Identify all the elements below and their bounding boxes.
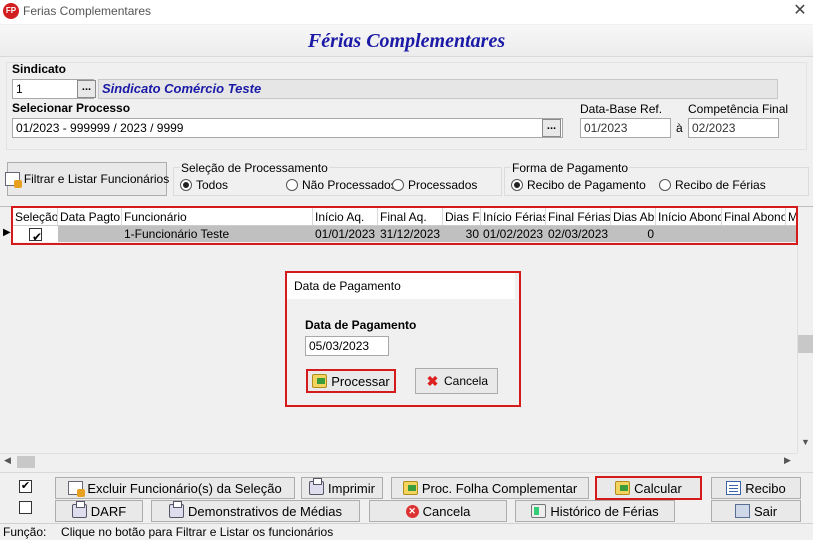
horizontal-scrollbar-thumb[interactable] (17, 456, 35, 468)
footer-select-all-checkbox[interactable]: ✔ (19, 480, 32, 493)
cancela-button[interactable]: ✕ Cancela (369, 500, 507, 522)
cancela-button-label: Cancela (422, 503, 471, 519)
page-title: Férias Complementares (307, 30, 506, 52)
sair-button-label: Sair (753, 503, 778, 519)
sindicato-name: Sindicato Comércio Teste (98, 79, 778, 99)
selecao-label: Seleção de Processamento (180, 161, 329, 175)
historico-icon (531, 504, 547, 518)
radio-processados[interactable] (392, 179, 404, 191)
radio-nao-processados-label: Não Processados (302, 178, 397, 192)
process-icon (312, 374, 328, 388)
radio-todos[interactable] (180, 179, 192, 191)
exit-icon (734, 504, 750, 518)
darf-button[interactable]: DARF (55, 500, 143, 522)
filter-list-button-label: Filtrar e Listar Funcionários (23, 172, 170, 186)
radio-recibo-pagamento-label: Recibo de Pagamento (527, 178, 646, 192)
window-title: Ferias Complementares (23, 4, 152, 18)
payment-date-input[interactable]: 05/03/2023 (305, 336, 389, 356)
excluir-button[interactable]: Excluir Funcionário(s) da Seleção (55, 477, 295, 499)
vertical-scrollbar-thumb[interactable] (798, 335, 813, 353)
horizontal-scrollbar[interactable]: ◀ ▶ (0, 453, 797, 469)
demonstrativos-button-label: Demonstrativos de Médias (188, 503, 342, 519)
scroll-left-icon[interactable]: ◀ (4, 455, 11, 466)
processo-label: Selecionar Processo (12, 101, 131, 115)
grid-highlight-box (11, 206, 798, 245)
proc-folha-button[interactable]: Proc. Folha Complementar (391, 477, 589, 499)
filter-list-button[interactable]: Filtrar e Listar Funcionários (4, 162, 170, 196)
status-bar: Função: Clique no botão para Filtrar e L… (0, 523, 813, 539)
radio-recibo-ferias[interactable] (659, 179, 671, 191)
processo-input[interactable]: 01/2023 - 999999 / 2023 / 9999 (12, 118, 563, 138)
vertical-scrollbar[interactable]: ▼ (797, 207, 813, 453)
imprimir-button-label: Imprimir (328, 480, 375, 496)
proc-folha-button-label: Proc. Folha Complementar (421, 480, 578, 496)
process-button-label: Processar (331, 373, 390, 389)
current-row-indicator-icon: ▶ (3, 227, 11, 238)
demonstrativos-button[interactable]: Demonstrativos de Médias (151, 500, 360, 522)
proc-folha-icon (402, 481, 418, 495)
radio-recibo-pagamento[interactable] (511, 179, 523, 191)
printer-icon (309, 478, 325, 495)
calcular-button-label: Calcular (634, 480, 682, 496)
sindicato-label: Sindicato (12, 62, 67, 76)
app-logo-icon: FP (3, 3, 19, 19)
data-base-input[interactable]: 01/2023 (580, 118, 671, 138)
cancela-icon: ✕ (405, 504, 419, 518)
darf-button-label: DARF (90, 503, 127, 519)
process-button[interactable]: Processar (306, 369, 396, 393)
imprimir-button[interactable]: Imprimir (301, 477, 383, 499)
competencia-input[interactable]: 02/2023 (688, 118, 779, 138)
scroll-right-icon[interactable]: ▶ (784, 455, 791, 466)
forma-label: Forma de Pagamento (511, 161, 630, 175)
radio-todos-label: Todos (196, 178, 229, 192)
dialog-field-label: Data de Pagamento (305, 318, 417, 332)
scroll-down-icon[interactable]: ▼ (801, 437, 810, 447)
recibo-button-label: Recibo (745, 480, 786, 496)
sair-button[interactable]: Sair (711, 500, 801, 522)
footer-unselect-checkbox[interactable] (19, 501, 32, 514)
calcular-icon (615, 481, 631, 495)
status-text: Clique no botão para Filtrar e Listar os… (61, 525, 334, 539)
radio-recibo-ferias-label: Recibo de Férias (675, 178, 766, 192)
excluir-icon (68, 481, 86, 497)
sindicato-lookup-button[interactable]: ... (77, 80, 96, 98)
historico-button-label: Histórico de Férias (550, 503, 659, 519)
competencia-label: Competência Final (688, 102, 789, 116)
historico-button[interactable]: Histórico de Férias (515, 500, 675, 522)
data-base-label: Data-Base Ref. (580, 102, 663, 116)
filter-list-icon (4, 172, 22, 188)
demonstrativos-icon (169, 501, 185, 518)
calcular-button[interactable]: Calcular (595, 476, 702, 500)
status-label: Função: (3, 525, 47, 539)
radio-processados-label: Processados (408, 178, 478, 192)
darf-icon (71, 501, 87, 518)
recibo-icon (726, 481, 742, 495)
dialog-title: Data de Pagamento (287, 273, 515, 299)
close-icon[interactable]: ✕ (791, 2, 809, 20)
radio-nao-processados[interactable] (286, 179, 298, 191)
cancel-icon: ✖ (426, 373, 439, 389)
recibo-button[interactable]: Recibo (711, 477, 801, 499)
date-range-separator: à (676, 121, 683, 135)
dialog-cancel-button[interactable]: ✖ Cancela (415, 368, 498, 394)
processo-lookup-button[interactable]: ... (542, 119, 561, 137)
excluir-button-label: Excluir Funcionário(s) da Seleção (87, 480, 282, 496)
dialog-cancel-button-label: Cancela (443, 374, 489, 388)
